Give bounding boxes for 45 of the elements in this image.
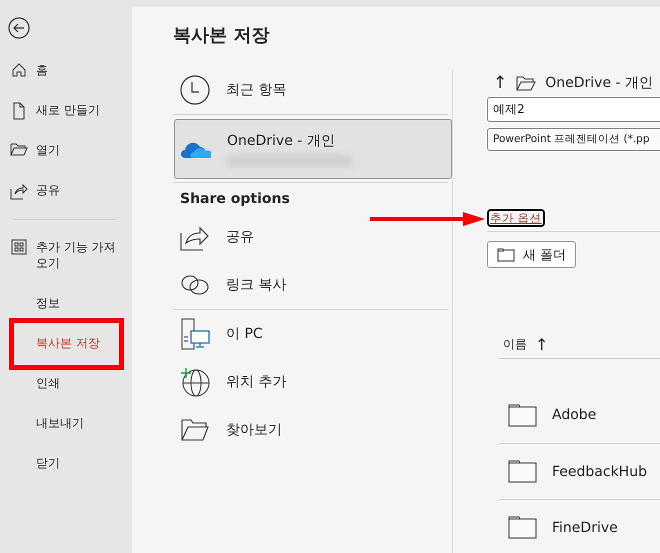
folder-icon <box>508 404 537 426</box>
sidebar-item[interactable]: 열기 <box>0 139 132 179</box>
sidebar-item[interactable]: 정보 <box>0 292 132 332</box>
link-icon <box>180 274 210 296</box>
column-header[interactable]: 이름 <box>503 336 527 352</box>
folder-icon <box>180 418 210 442</box>
file-name-field[interactable]: 예제2 <box>487 97 660 122</box>
folder-path: OneDrive - 개인 <box>545 74 654 92</box>
sidebar-item[interactable]: 홈 <box>0 59 132 99</box>
location-item[interactable]: 최근 항목 <box>173 66 452 114</box>
folder-icon <box>508 460 537 483</box>
up-arrow-icon[interactable]: ↑ <box>493 73 508 93</box>
file-type-dropdown[interactable]: PowerPoint 프레젠테이션 (*.pp <box>487 128 660 151</box>
location-item[interactable]: 링크 복사 <box>173 261 452 309</box>
more-options-link[interactable]: 추가 옵션 <box>487 209 545 227</box>
clock-icon <box>180 75 210 105</box>
computer-icon <box>180 318 210 350</box>
sidebar-item[interactable]: 인쇄 <box>0 372 132 412</box>
sidebar-item[interactable]: 공유 <box>0 179 132 219</box>
location-item[interactable]: 공유 <box>173 213 452 261</box>
folder-icon <box>10 142 28 156</box>
share-icon <box>10 182 28 200</box>
globe-icon <box>180 367 210 397</box>
section-heading: Share options <box>179 190 291 209</box>
location-item[interactable]: 위치 추가 <box>173 358 452 406</box>
sort-arrow-icon: ↑ <box>535 334 548 354</box>
page-title: 복사본 저장 <box>173 24 270 48</box>
folder-icon <box>497 248 515 262</box>
folder-row[interactable]: FineDrive <box>499 499 660 553</box>
sidebar-item[interactable]: 내보내기 <box>0 412 132 452</box>
home-icon <box>10 62 28 78</box>
location-item[interactable]: 이 PC <box>173 310 452 358</box>
location-item[interactable]: OneDrive - 개인 <box>174 119 452 179</box>
sidebar-item[interactable]: 닫기 <box>0 452 132 492</box>
sidebar-item[interactable]: 추가 기능 가져오기 <box>0 236 132 292</box>
folder-icon <box>508 516 537 539</box>
back-icon[interactable] <box>8 17 30 39</box>
folder-icon <box>516 76 536 90</box>
new-folder-button[interactable]: 새 폴더 <box>487 241 576 268</box>
folder-row[interactable]: FeedbackHub <box>499 443 660 499</box>
location-item[interactable]: 찾아보기 <box>173 406 452 454</box>
grid-icon <box>10 239 28 255</box>
folder-row[interactable]: Adobe <box>499 387 660 443</box>
sidebar-item[interactable]: 복사본 저장 <box>0 332 132 372</box>
sidebar-item[interactable]: 새로 만들기 <box>0 99 132 139</box>
